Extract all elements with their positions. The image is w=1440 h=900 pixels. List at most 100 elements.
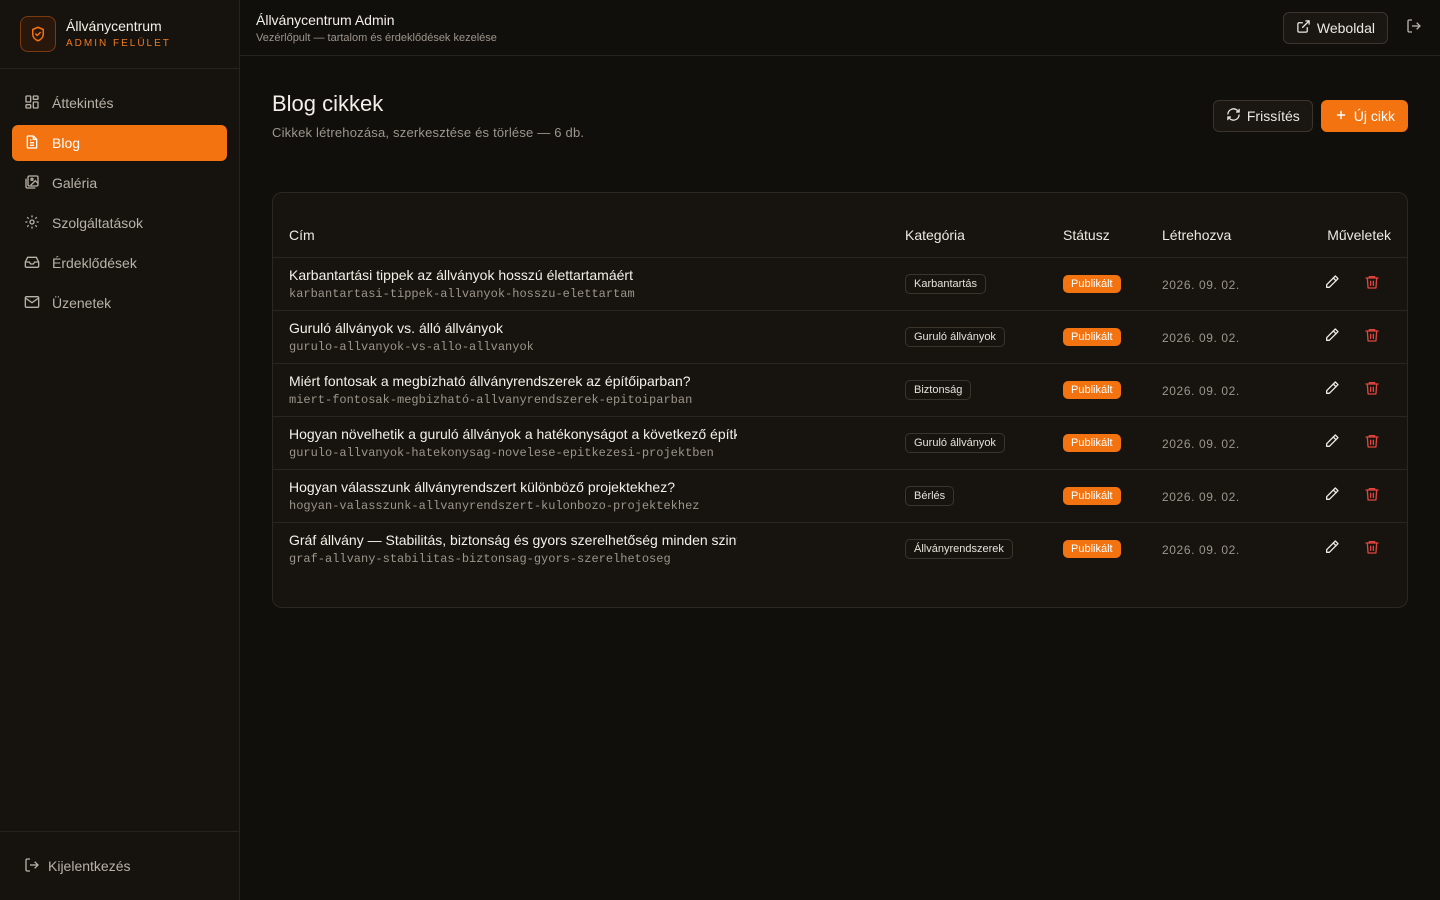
status-badge: Publikált (1063, 434, 1121, 452)
refresh-button-label: Frissítés (1246, 108, 1300, 124)
sidebar-nav: Áttekintés Blog Galéria Szolgáltatások É… (0, 69, 239, 831)
table-row[interactable]: Hogyan válasszunk állványrendszert külön… (273, 469, 1407, 523)
post-title[interactable]: Hogyan válasszunk állványrendszert külön… (289, 479, 737, 496)
trash-icon (1364, 433, 1380, 452)
content: Blog cikkek Cikkek létrehozása, szerkesz… (240, 56, 1440, 608)
date-cell: 2026. 09. 02. (1146, 257, 1286, 311)
plus-icon (1334, 108, 1348, 125)
status-cell: Publikált (1047, 416, 1146, 470)
sidebar-item-galeria[interactable]: Galéria (12, 165, 227, 201)
sidebar-item-attekintes[interactable]: Áttekintés (12, 85, 227, 121)
actions-cell (1286, 363, 1407, 417)
category-cell: Állványrendszerek (889, 522, 1047, 575)
new-post-button[interactable]: Új cikk (1320, 100, 1408, 132)
delete-button[interactable] (1363, 540, 1381, 558)
brand[interactable]: Állványcentrum ADMIN FELÜLET (0, 0, 239, 69)
table-header-row: Cím Kategória Státusz Létrehozva Művelet… (273, 213, 1407, 258)
blog-table-card: Cím Kategória Státusz Létrehozva Művelet… (272, 192, 1408, 608)
pencil-icon (1324, 274, 1340, 293)
edit-button[interactable] (1323, 381, 1341, 399)
category-cell: Karbantartás (889, 257, 1047, 311)
page-title: Blog cikkek (272, 91, 384, 116)
page-subtitle: Cikkek létrehozása, szerkesztése és törl… (272, 125, 585, 140)
edit-button[interactable] (1323, 434, 1341, 452)
delete-button[interactable] (1363, 487, 1381, 505)
column-header-title[interactable]: Cím (273, 213, 889, 258)
column-header-category[interactable]: Kategória (889, 213, 1047, 258)
trash-icon (1364, 274, 1380, 293)
trash-icon (1364, 327, 1380, 346)
status-badge: Publikált (1063, 328, 1121, 346)
column-header-status[interactable]: Státusz (1047, 213, 1146, 258)
topbar-title: Állványcentrum Admin (256, 12, 395, 28)
pencil-icon (1324, 539, 1340, 558)
status-badge: Publikált (1063, 275, 1121, 293)
date-cell: 2026. 09. 02. (1146, 522, 1286, 575)
logout-button[interactable]: Kijelentkezés (0, 831, 239, 900)
post-title[interactable]: Hogyan növelhetik a guruló állványok a h… (289, 426, 737, 443)
edit-button[interactable] (1323, 487, 1341, 505)
table-row[interactable]: Gráf állvány — Stabilitás, biztonság és … (273, 522, 1407, 575)
status-cell: Publikált (1047, 310, 1146, 364)
website-button[interactable]: Weboldal (1282, 11, 1388, 44)
pencil-icon (1324, 433, 1340, 452)
post-title[interactable]: Karbantartási tippek az állványok hosszú… (289, 267, 737, 284)
brand-subtitle: ADMIN FELÜLET (66, 37, 171, 49)
post-slug: miert-fontosak-megbizható-allvanyrendsze… (289, 392, 693, 407)
edit-button[interactable] (1323, 540, 1341, 558)
delete-button[interactable] (1363, 434, 1381, 452)
sidebar-item-blog[interactable]: Blog (12, 125, 227, 161)
table-row[interactable]: Karbantartási tippek az állványok hosszú… (273, 257, 1407, 311)
column-header-created[interactable]: Létrehozva (1146, 213, 1286, 258)
post-slug: gurulo-allvanyok-vs-allo-allvanyok (289, 339, 534, 354)
title-cell: Miért fontosak a megbízható állványrends… (273, 363, 889, 417)
sidebar-item-uzenetek[interactable]: Üzenetek (12, 285, 227, 321)
table-row[interactable]: Hogyan növelhetik a guruló állványok a h… (273, 416, 1407, 470)
title-cell: Gráf állvány — Stabilitás, biztonság és … (273, 522, 889, 575)
status-badge: Publikált (1063, 381, 1121, 399)
logout-icon (1406, 18, 1422, 37)
pencil-icon (1324, 380, 1340, 399)
external-link-icon (1296, 19, 1311, 37)
category-cell: Bérlés (889, 469, 1047, 523)
category-badge: Karbantartás (905, 273, 986, 294)
delete-button[interactable] (1363, 275, 1381, 293)
date-cell: 2026. 09. 02. (1146, 469, 1286, 523)
actions-cell (1286, 469, 1407, 523)
delete-button[interactable] (1363, 328, 1381, 346)
table-body: Karbantartási tippek az állványok hosszú… (273, 257, 1407, 575)
edit-button[interactable] (1323, 328, 1341, 346)
delete-button[interactable] (1363, 381, 1381, 399)
post-title[interactable]: Miért fontosak a megbízható állványrends… (289, 373, 737, 390)
page-header: Blog cikkek Cikkek létrehozása, szerkesz… (272, 92, 1408, 168)
title-cell: Hogyan növelhetik a guruló állványok a h… (273, 416, 889, 470)
status-cell: Publikált (1047, 363, 1146, 417)
actions-cell (1286, 257, 1407, 311)
pencil-icon (1324, 486, 1340, 505)
table-row[interactable]: Guruló állványok vs. álló állványok guru… (273, 310, 1407, 364)
main-area: Állványcentrum Admin Vezérlőpult — tarta… (240, 0, 1440, 900)
date-cell: 2026. 09. 02. (1146, 416, 1286, 470)
post-title[interactable]: Guruló állványok vs. álló állványok (289, 320, 737, 337)
sidebar-item-erdeklodesek[interactable]: Érdeklődések (12, 245, 227, 281)
brand-title: Állványcentrum (66, 17, 162, 34)
post-slug: hogyan-valasszunk-allvanyrendszert-kulon… (289, 498, 700, 513)
pencil-icon (1324, 327, 1340, 346)
refresh-button[interactable]: Frissítés (1212, 100, 1313, 132)
sidebar-item-label: Érdeklődések (52, 255, 137, 271)
category-badge: Guruló állványok (905, 432, 1005, 453)
column-header-actions: Műveletek (1286, 213, 1407, 258)
status-cell: Publikált (1047, 257, 1146, 311)
status-cell: Publikált (1047, 469, 1146, 523)
created-date: 2026. 09. 02. (1162, 542, 1240, 557)
topbar-logout-button[interactable] (1404, 18, 1424, 38)
created-date: 2026. 09. 02. (1162, 277, 1240, 292)
edit-button[interactable] (1323, 275, 1341, 293)
status-badge: Publikált (1063, 487, 1121, 505)
gear-icon (24, 214, 40, 233)
post-title[interactable]: Gráf állvány — Stabilitás, biztonság és … (289, 532, 737, 549)
table-row[interactable]: Miért fontosak a megbízható állványrends… (273, 363, 1407, 417)
title-cell: Karbantartási tippek az állványok hosszú… (273, 257, 889, 311)
sidebar-item-label: Szolgáltatások (52, 215, 144, 231)
sidebar-item-szolgaltatasok[interactable]: Szolgáltatások (12, 205, 227, 241)
